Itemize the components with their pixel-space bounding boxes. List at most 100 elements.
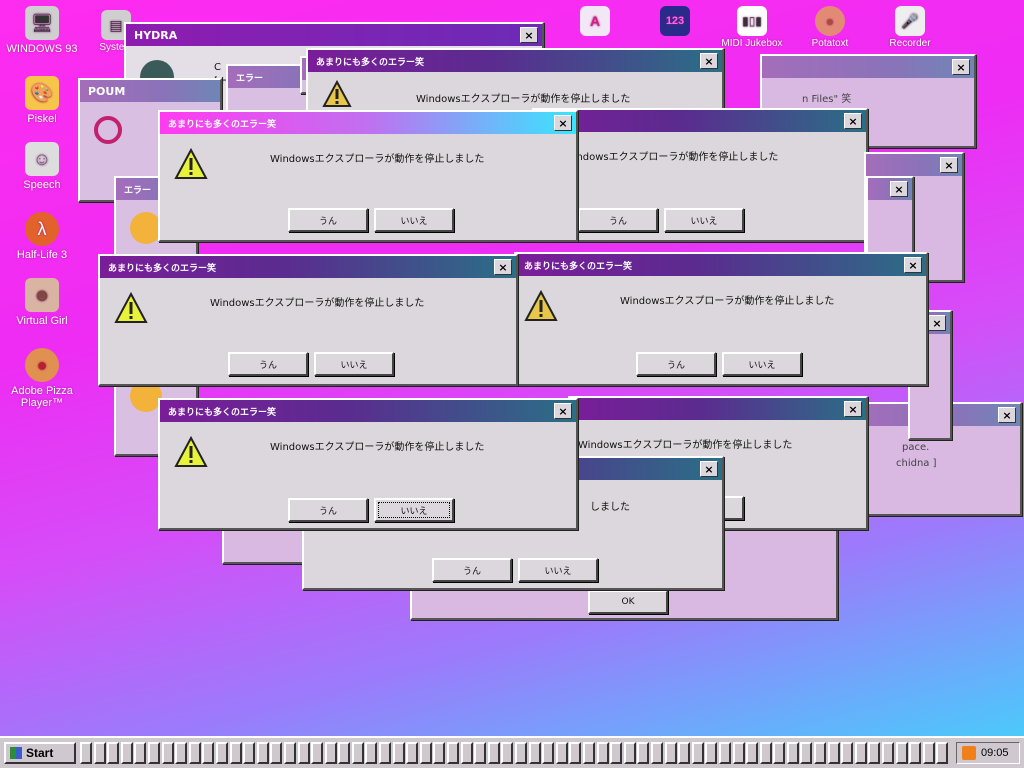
close-button[interactable]: ×	[940, 157, 958, 173]
taskbar-task-button[interactable]	[542, 742, 555, 764]
close-button[interactable]: ×	[952, 59, 970, 75]
taskbar-task-button[interactable]	[324, 742, 337, 764]
close-button[interactable]: ×	[700, 53, 718, 69]
taskbar-task-button[interactable]	[759, 742, 772, 764]
taskbar-task-button[interactable]	[582, 742, 595, 764]
taskbar-task-button[interactable]	[528, 742, 541, 764]
yes-button[interactable]: うん	[228, 352, 308, 376]
desktop-icon-windows93[interactable]: 🖥 WINDOWS 93	[0, 6, 84, 55]
taskbar-task-button[interactable]	[243, 742, 256, 764]
taskbar-task-button[interactable]	[297, 742, 310, 764]
desktop-icon-midi-jukebox[interactable]: ▮▯▮ MIDI Jukebox	[720, 6, 784, 49]
taskbar-task-button[interactable]	[596, 742, 609, 764]
taskbar-task-button[interactable]	[773, 742, 786, 764]
taskbar-task-button[interactable]	[678, 742, 691, 764]
close-button[interactable]: ×	[904, 257, 922, 273]
desktop-icon-speech[interactable]: ☺ Speech	[0, 142, 84, 191]
desktop-icon-numbers[interactable]: 123	[643, 6, 707, 38]
taskbar-task-button[interactable]	[202, 742, 215, 764]
taskbar-task-button[interactable]	[814, 742, 827, 764]
taskbar-task-button[interactable]	[460, 742, 473, 764]
close-button[interactable]: ×	[928, 315, 946, 331]
taskbar-task-button[interactable]	[175, 742, 188, 764]
taskbar-task-button[interactable]	[338, 742, 351, 764]
taskbar-task-button[interactable]	[93, 742, 106, 764]
close-button[interactable]: ×	[554, 115, 572, 131]
close-button[interactable]: ×	[890, 181, 908, 197]
taskbar-task-button[interactable]	[474, 742, 487, 764]
taskbar-task-button[interactable]	[637, 742, 650, 764]
taskbar-task-button[interactable]	[406, 742, 419, 764]
taskbar-task-button[interactable]	[392, 742, 405, 764]
yes-button[interactable]: うん	[288, 498, 368, 522]
yes-button[interactable]: うん	[288, 208, 368, 232]
close-button[interactable]: ×	[700, 461, 718, 477]
close-button[interactable]: ×	[554, 403, 572, 419]
no-button[interactable]: いいえ	[664, 208, 744, 232]
taskbar-task-button[interactable]	[610, 742, 623, 764]
no-button[interactable]: いいえ	[518, 558, 598, 582]
taskbar-task-button[interactable]	[283, 742, 296, 764]
taskbar-task-button[interactable]	[161, 742, 174, 764]
no-button[interactable]: いいえ	[374, 208, 454, 232]
taskbar-task-button[interactable]	[746, 742, 759, 764]
taskbar-task-button[interactable]	[664, 742, 677, 764]
desktop-icon-adobe-pizza[interactable]: ● Adobe Pizza Player™	[0, 348, 84, 409]
taskbar-task-button[interactable]	[487, 742, 500, 764]
taskbar-task-button[interactable]	[800, 742, 813, 764]
desktop-icon-virtual-girl[interactable]: ☻ Virtual Girl	[0, 278, 84, 327]
taskbar-task-button[interactable]	[650, 742, 663, 764]
desktop-icon-font[interactable]: A	[563, 6, 627, 38]
taskbar-task-button[interactable]	[732, 742, 745, 764]
taskbar-task-button[interactable]	[569, 742, 582, 764]
ok-button[interactable]: OK	[588, 590, 668, 614]
taskbar-task-button[interactable]	[841, 742, 854, 764]
yes-button[interactable]: うん	[636, 352, 716, 376]
close-button[interactable]: ×	[998, 407, 1016, 423]
taskbar-task-button[interactable]	[691, 742, 704, 764]
taskbar-task-button[interactable]	[623, 742, 636, 764]
taskbar-task-button[interactable]	[827, 742, 840, 764]
taskbar-task-button[interactable]	[433, 742, 446, 764]
taskbar-task-button[interactable]	[107, 742, 120, 764]
desktop-icon-piskel[interactable]: 🎨 Piskel	[0, 76, 84, 125]
taskbar-task-button[interactable]	[854, 742, 867, 764]
taskbar-task-button[interactable]	[256, 742, 269, 764]
taskbar-task-button[interactable]	[868, 742, 881, 764]
taskbar-task-button[interactable]	[311, 742, 324, 764]
no-button[interactable]: いいえ	[374, 498, 454, 522]
taskbar-task-button[interactable]	[936, 742, 949, 764]
taskbar-task-button[interactable]	[786, 742, 799, 764]
close-button[interactable]: ×	[844, 401, 862, 417]
desktop-icon-recorder[interactable]: 🎤 Recorder	[878, 6, 942, 49]
taskbar-task-button[interactable]	[501, 742, 514, 764]
taskbar-task-button[interactable]	[922, 742, 935, 764]
taskbar-task-button[interactable]	[705, 742, 718, 764]
taskbar-task-button[interactable]	[515, 742, 527, 764]
yes-button[interactable]: うん	[578, 208, 658, 232]
desktop-icon-halflife3[interactable]: λ Half-Life 3	[0, 212, 84, 261]
taskbar-task-button[interactable]	[895, 742, 908, 764]
taskbar-task-button[interactable]	[447, 742, 460, 764]
taskbar-task-button[interactable]	[365, 742, 378, 764]
no-button[interactable]: いいえ	[722, 352, 802, 376]
taskbar-task-button[interactable]	[351, 742, 364, 764]
taskbar-task-button[interactable]	[229, 742, 242, 764]
taskbar-task-button[interactable]	[188, 742, 201, 764]
taskbar-task-button[interactable]	[270, 742, 283, 764]
taskbar-task-button[interactable]	[718, 742, 731, 764]
taskbar-task-button[interactable]	[120, 742, 133, 764]
close-button[interactable]: ×	[844, 113, 862, 129]
taskbar-task-button[interactable]	[80, 742, 92, 764]
taskbar-task-button[interactable]	[882, 742, 895, 764]
taskbar-task-button[interactable]	[215, 742, 228, 764]
taskbar-task-button[interactable]	[419, 742, 432, 764]
taskbar-task-button[interactable]	[147, 742, 160, 764]
start-button[interactable]: Start	[4, 742, 76, 764]
close-button[interactable]: ×	[520, 27, 538, 43]
taskbar-task-button[interactable]	[134, 742, 147, 764]
rss-icon[interactable]	[962, 746, 976, 760]
taskbar-task-button[interactable]	[379, 742, 392, 764]
no-button[interactable]: いいえ	[314, 352, 394, 376]
desktop-icon-potatoxt[interactable]: ● Potatoxt	[798, 6, 862, 49]
